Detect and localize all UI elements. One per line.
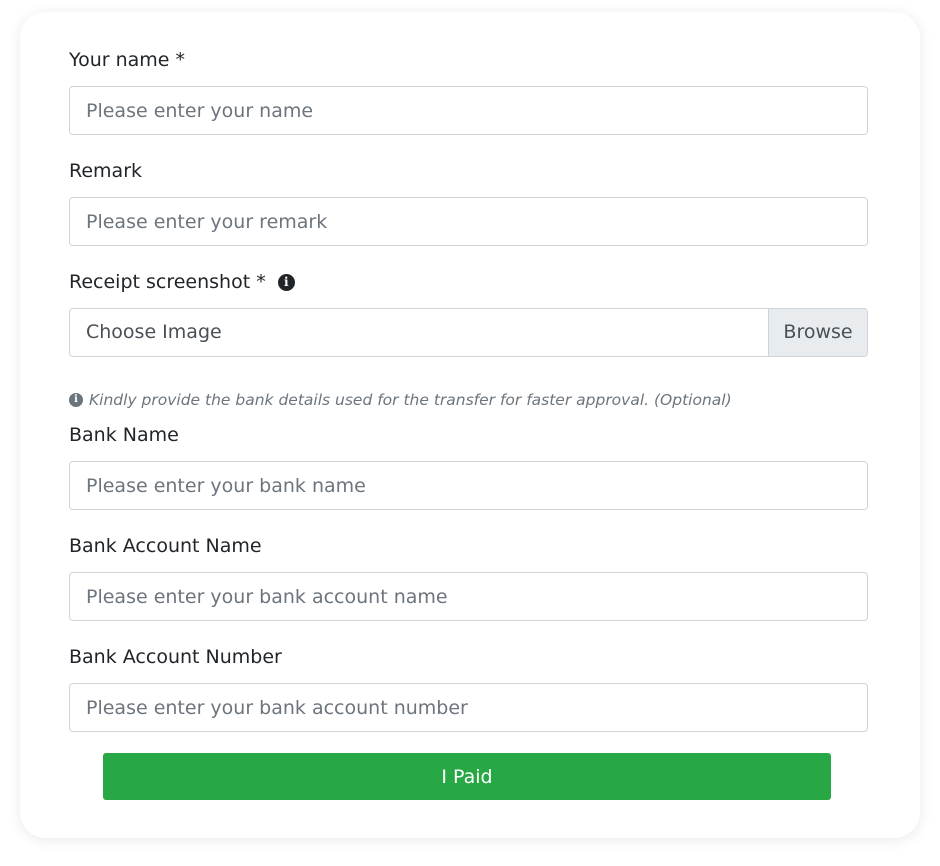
bank-name-input[interactable] <box>69 461 868 510</box>
payment-form-card: Your name * Remark Receipt screenshot * … <box>20 12 920 838</box>
bank-account-number-label: Bank Account Number <box>69 645 282 669</box>
remark-label: Remark <box>69 159 142 183</box>
bank-account-name-label: Bank Account Name <box>69 534 262 558</box>
file-placeholder[interactable]: Choose Image <box>70 309 768 356</box>
name-label: Your name * <box>69 48 185 72</box>
info-circle-icon: i <box>69 393 83 407</box>
i-paid-button[interactable]: I Paid <box>103 753 831 800</box>
remark-label-text: Remark <box>69 160 143 182</box>
bank-name-label-text: Bank Name <box>69 424 179 446</box>
bank-account-name-input[interactable] <box>69 572 868 621</box>
bank-account-number-input[interactable] <box>69 683 868 732</box>
bank-details-hint: i Kindly provide the bank details used f… <box>69 391 732 409</box>
bank-account-number-label-text: Bank Account Number <box>69 646 282 668</box>
bank-name-label: Bank Name <box>69 423 179 447</box>
name-label-text: Your name * <box>69 49 186 71</box>
name-input[interactable] <box>69 86 868 135</box>
info-circle-icon[interactable]: i <box>277 273 295 291</box>
browse-button[interactable]: Browse <box>768 309 867 356</box>
remark-input[interactable] <box>69 197 868 246</box>
receipt-file-picker[interactable]: Choose Image Browse <box>69 308 868 357</box>
receipt-label-text: Receipt screenshot * <box>69 271 266 293</box>
receipt-label: Receipt screenshot * i <box>69 270 295 294</box>
bank-account-name-label-text: Bank Account Name <box>69 535 262 557</box>
hint-text: Kindly provide the bank details used for… <box>89 391 732 409</box>
